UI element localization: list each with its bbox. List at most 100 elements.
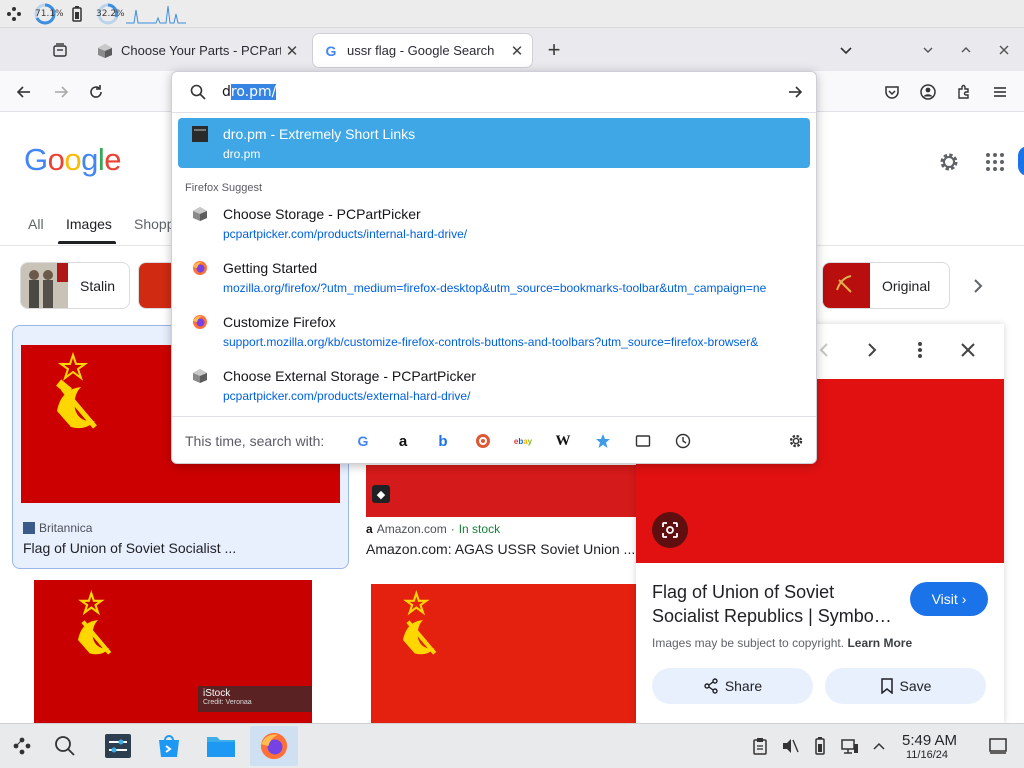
file-manager-icon[interactable]	[203, 728, 239, 764]
ussr-flag-image[interactable]: iStock Credit: Veronaa	[34, 580, 312, 723]
stock-status: In stock	[458, 522, 501, 536]
tab-images[interactable]: Images	[66, 216, 112, 232]
duckduckgo-engine-icon[interactable]	[472, 430, 494, 452]
result-title[interactable]: Flag of Union of Soviet Socialist ...	[23, 540, 343, 556]
extensions-icon[interactable]	[951, 79, 977, 105]
save-label: Save	[899, 678, 932, 694]
maximize-window-icon[interactable]	[954, 38, 978, 62]
tab-choose-your-parts[interactable]: Choose Your Parts - PCPartPicker ✕	[87, 34, 307, 67]
tab-ussr-flag-search[interactable]: G ussr flag - Google Search ✕	[313, 34, 532, 67]
chip-thumbnail	[823, 263, 870, 308]
clock-date[interactable]: 11/16/24	[906, 749, 948, 761]
save-button[interactable]: Save	[825, 668, 986, 704]
show-hidden-icons-chevron-icon[interactable]	[861, 728, 897, 764]
share-icon	[704, 678, 718, 694]
svg-text:G: G	[326, 43, 337, 59]
next-image-icon[interactable]	[862, 340, 882, 360]
google-lens-icon[interactable]	[652, 512, 688, 548]
google-apps-icon[interactable]	[985, 152, 1005, 172]
list-all-tabs-icon[interactable]	[834, 38, 858, 62]
reload-button[interactable]	[83, 79, 109, 105]
active-tab-indicator	[58, 241, 116, 244]
close-tab-icon[interactable]: ✕	[506, 40, 528, 62]
suggestion-title: Choose External Storage - PCPartPicker	[223, 368, 476, 384]
suggestion-url: dro.pm	[223, 147, 261, 161]
chip-stalin[interactable]: Stalin	[20, 262, 130, 309]
chip-label: Original	[882, 277, 931, 294]
search-icon[interactable]	[47, 728, 83, 764]
bing-engine-icon[interactable]: b	[432, 430, 454, 452]
history-clock-icon[interactable]	[672, 430, 694, 452]
previous-image-icon[interactable]	[814, 340, 834, 360]
tabs-icon[interactable]	[632, 430, 654, 452]
url-input[interactable]: dro.pm/	[222, 84, 277, 100]
app-launcher-icon[interactable]	[4, 728, 40, 764]
suggestion-title: dro.pm - Extremely Short Links	[223, 126, 416, 142]
result-title[interactable]: Amazon.com: AGAS USSR Soviet Union ...	[366, 541, 638, 557]
visit-button[interactable]: Visit ›	[910, 582, 988, 616]
discover-store-icon[interactable]	[151, 728, 187, 764]
more-options-icon[interactable]	[910, 340, 930, 360]
suggestion-title: Choose Storage - PCPartPicker	[223, 206, 421, 222]
google-logo[interactable]: Google	[24, 142, 122, 178]
memory-percent: 32.2%	[96, 9, 125, 19]
network-graph-icon	[126, 4, 186, 24]
chip-label: Stalin	[80, 277, 116, 294]
amazon-engine-icon[interactable]: a	[392, 430, 414, 452]
learn-more-link[interactable]: Learn More	[847, 636, 912, 650]
suggestion-item[interactable]: Choose External Storage - PCPartPicker p…	[178, 360, 810, 410]
system-settings-icon[interactable]	[100, 728, 136, 764]
suggestion-url: pcpartpicker.com/products/external-hard-…	[223, 389, 471, 403]
suggestion-item[interactable]: Customize Firefox support.mozilla.org/kb…	[178, 306, 810, 356]
back-button[interactable]	[11, 79, 37, 105]
firefox-taskbar-icon[interactable]	[250, 726, 298, 766]
tab-overview-icon[interactable]	[48, 38, 72, 62]
copyright-note: Images may be subject to copyright. Lear…	[652, 636, 912, 650]
chip-original[interactable]: Original	[822, 262, 950, 309]
suggestion-item[interactable]: Getting Started mozilla.org/firefox/?utm…	[178, 252, 810, 302]
copyright-text: Images may be subject to copyright.	[652, 636, 845, 650]
suggestion-autofill[interactable]: dro.pm - Extremely Short Links dro.pm	[178, 118, 810, 168]
google-engine-icon[interactable]: G	[352, 430, 374, 452]
preview-title[interactable]: Flag of Union of Soviet Socialist Republ…	[652, 580, 902, 628]
result-source: a Amazon.com · In stock	[366, 522, 500, 536]
clock-time[interactable]: 5:49 AM	[902, 732, 957, 749]
wikipedia-engine-icon[interactable]: W	[552, 430, 574, 452]
system-top-bar: 71.1% 32.2%	[0, 0, 1024, 28]
firefox-icon	[192, 314, 208, 330]
share-button[interactable]: Share	[652, 668, 813, 704]
istock-watermark: iStock Credit: Veronaa	[198, 686, 312, 712]
app-launcher-icon[interactable]	[6, 6, 22, 22]
forward-button[interactable]	[48, 79, 74, 105]
close-panel-icon[interactable]	[958, 340, 978, 360]
go-arrow-icon[interactable]	[787, 84, 803, 100]
show-desktop-icon[interactable]	[980, 728, 1016, 764]
suggestion-url: mozilla.org/firefox/?utm_medium=firefox-…	[223, 281, 767, 295]
pocket-icon[interactable]	[879, 79, 905, 105]
chips-next-icon[interactable]	[966, 274, 990, 298]
suggestion-title: Customize Firefox	[223, 314, 336, 330]
new-tab-button[interactable]: +	[542, 37, 566, 62]
tab-strip: Choose Your Parts - PCPartPicker ✕ G uss…	[0, 28, 1024, 71]
minimize-window-icon[interactable]	[916, 38, 940, 62]
tab-all[interactable]: All	[28, 216, 44, 232]
typed-text: d	[222, 84, 231, 100]
account-icon[interactable]	[915, 79, 941, 105]
chevron-right-icon: ›	[961, 591, 967, 607]
close-window-icon[interactable]	[992, 38, 1016, 62]
menu-icon[interactable]	[987, 79, 1013, 105]
ebay-engine-icon[interactable]: ebay	[512, 430, 534, 452]
ussr-flag-image[interactable]	[371, 584, 637, 723]
share-label: Share	[724, 678, 763, 694]
suggestion-item[interactable]: Choose Storage - PCPartPicker pcpartpick…	[178, 198, 810, 248]
account-avatar-edge[interactable]	[1018, 146, 1024, 176]
bookmarks-star-icon[interactable]	[592, 430, 614, 452]
address-bar-dropdown: dro.pm/ dro.pm - Extremely Short Links d…	[171, 71, 817, 464]
result-source: Britannica	[23, 521, 92, 535]
suggestion-url: support.mozilla.org/kb/customize-firefox…	[223, 335, 759, 349]
search-settings-gear-icon[interactable]	[785, 430, 807, 452]
close-tab-icon[interactable]: ✕	[281, 40, 303, 62]
taskbar: 5:49 AM 11/16/24	[0, 723, 1024, 768]
google-settings-icon[interactable]	[937, 150, 961, 174]
tab-shopping[interactable]: Shopp	[134, 216, 174, 232]
